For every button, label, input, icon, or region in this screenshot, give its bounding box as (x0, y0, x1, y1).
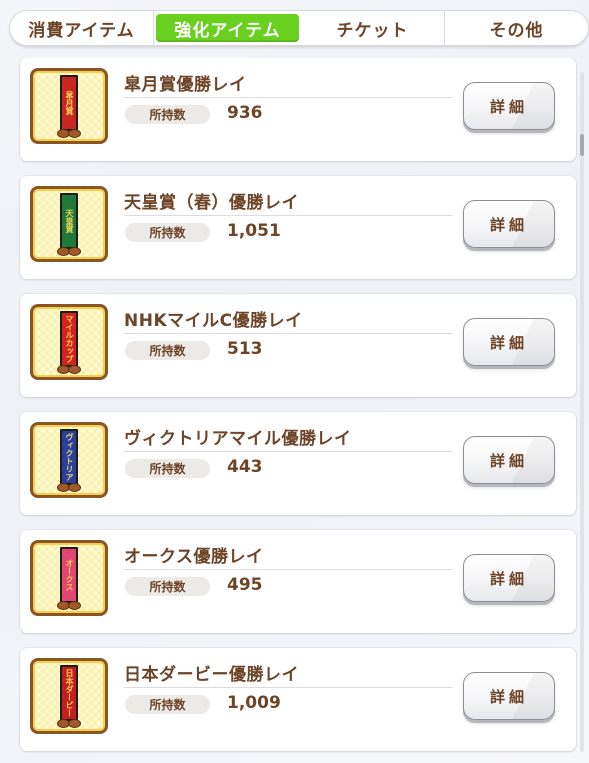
divider (124, 687, 452, 688)
divider (124, 97, 452, 98)
divider (124, 451, 452, 452)
owned-count-label: 所持数 (125, 577, 210, 596)
list-item: マイルカップ NHKマイルC優勝レイ 所持数 513 詳細 (20, 294, 576, 397)
item-name: ヴィクトリアマイル優勝レイ (124, 429, 352, 449)
victory-sash-icon: オークス (60, 547, 78, 603)
list-item: オークス オークス優勝レイ 所持数 495 詳細 (20, 530, 576, 633)
victory-sash-icon: 日本ダービー (60, 665, 78, 721)
detail-button[interactable]: 詳細 (463, 554, 555, 602)
tassel-icon (68, 247, 81, 256)
item-name: オークス優勝レイ (124, 547, 264, 567)
victory-sash-icon: ヴィクトリア (60, 429, 78, 485)
sash-label: オークス (65, 559, 74, 591)
item-thumbnail: マイルカップ (30, 304, 108, 380)
sash-label: マイルカップ (65, 315, 74, 363)
item-name: 天皇賞（春）優勝レイ (124, 193, 299, 213)
item-name: NHKマイルC優勝レイ (124, 311, 303, 331)
item-name: 皐月賞優勝レイ (124, 75, 247, 95)
owned-count-label: 所持数 (125, 695, 210, 714)
detail-button[interactable]: 詳細 (463, 82, 555, 130)
owned-count-value: 936 (227, 103, 263, 123)
scrollbar-thumb[interactable] (580, 134, 584, 156)
sash-label: 皐月賞 (65, 91, 74, 115)
detail-button[interactable]: 詳細 (463, 318, 555, 366)
owned-count-label: 所持数 (125, 223, 210, 242)
tassel-icon (68, 719, 81, 728)
tab-tickets[interactable]: チケット (301, 11, 445, 45)
sash-label: 日本ダービー (65, 669, 74, 717)
item-thumbnail: 天皇賞 (30, 186, 108, 262)
scrollbar[interactable] (580, 72, 584, 752)
victory-sash-icon: 天皇賞 (60, 193, 78, 249)
item-thumbnail: 日本ダービー (30, 658, 108, 734)
divider (124, 333, 452, 334)
detail-button[interactable]: 詳細 (463, 200, 555, 248)
owned-count-value: 513 (227, 339, 263, 359)
item-thumbnail: 皐月賞 (30, 68, 108, 144)
tab-other[interactable]: その他 (445, 11, 588, 45)
sash-label: ヴィクトリア (65, 433, 74, 481)
owned-count-label: 所持数 (125, 341, 210, 360)
sash-label: 天皇賞 (65, 209, 74, 233)
owned-count-value: 495 (227, 575, 263, 595)
owned-count-label: 所持数 (125, 459, 210, 478)
detail-button[interactable]: 詳細 (463, 672, 555, 720)
item-list[interactable]: 皐月賞 皐月賞優勝レイ 所持数 936 詳細 天皇賞 天皇賞（春）優勝レイ 所持… (0, 58, 589, 763)
victory-sash-icon: 皐月賞 (60, 75, 78, 131)
list-item: 皐月賞 皐月賞優勝レイ 所持数 936 詳細 (20, 58, 576, 161)
category-tab-bar: 消費アイテム 強化アイテム チケット その他 (10, 11, 588, 45)
tab-consumables[interactable]: 消費アイテム (10, 11, 154, 45)
tassel-icon (68, 601, 81, 610)
list-item: ヴィクトリア ヴィクトリアマイル優勝レイ 所持数 443 詳細 (20, 412, 576, 515)
tab-enhancement[interactable]: 強化アイテム (156, 14, 299, 42)
tassel-icon (68, 365, 81, 374)
tassel-icon (68, 483, 81, 492)
item-thumbnail: オークス (30, 540, 108, 616)
owned-count-label: 所持数 (125, 105, 210, 124)
owned-count-value: 1,009 (227, 693, 281, 713)
list-item: 天皇賞 天皇賞（春）優勝レイ 所持数 1,051 詳細 (20, 176, 576, 279)
list-item: 日本ダービー 日本ダービー優勝レイ 所持数 1,009 詳細 (20, 648, 576, 751)
owned-count-value: 1,051 (227, 221, 281, 241)
divider (124, 215, 452, 216)
item-name: 日本ダービー優勝レイ (124, 665, 299, 685)
tassel-icon (68, 129, 81, 138)
victory-sash-icon: マイルカップ (60, 311, 78, 367)
item-thumbnail: ヴィクトリア (30, 422, 108, 498)
owned-count-value: 443 (227, 457, 263, 477)
detail-button[interactable]: 詳細 (463, 436, 555, 484)
divider (124, 569, 452, 570)
